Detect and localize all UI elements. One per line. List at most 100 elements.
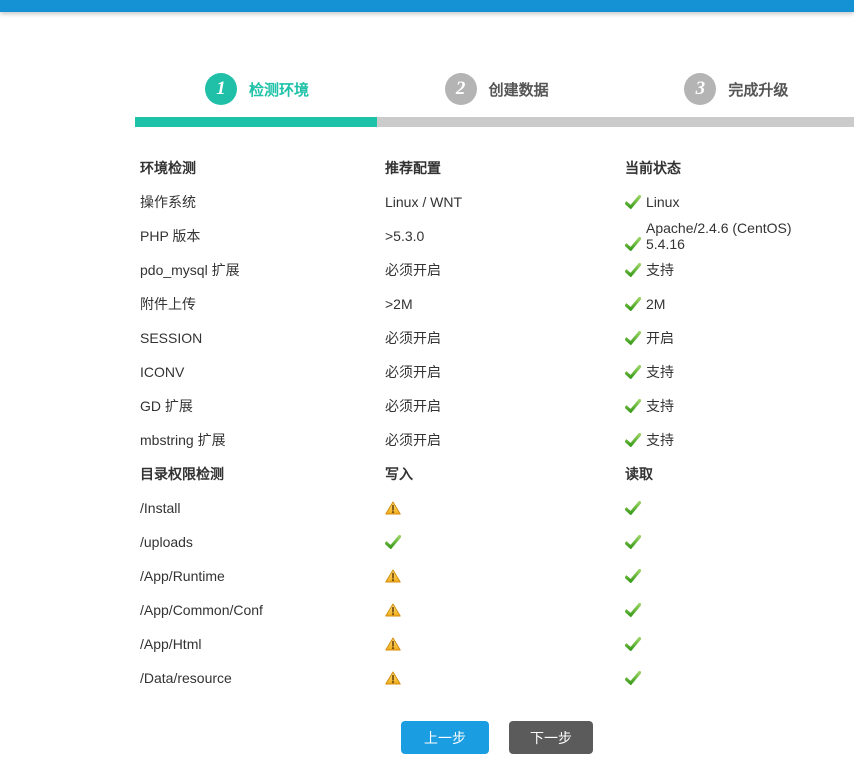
directory-path: /App/Common/Conf [140,602,385,618]
current-status: 支持 [625,362,840,382]
check-icon [625,399,641,413]
status-text: 支持 [646,396,674,416]
table-row: /App/Html [140,627,840,661]
read-permission-status [625,603,840,617]
directory-path: /App/Runtime [140,568,385,584]
status-line2: 5.4.16 [625,236,792,252]
warning-icon [385,569,401,583]
check-icon [625,501,641,515]
write-permission-status [385,637,625,651]
table-row: mbstring 扩展必须开启支持 [140,423,840,457]
table-row: /Data/resource [140,661,840,695]
status-text: 支持 [646,430,674,450]
directory-path: /Data/resource [140,670,385,686]
check-icon [625,331,641,345]
step-2-badge: 2 [445,73,477,105]
prev-step-button[interactable]: 上一步 [401,721,489,754]
directory-path: /Install [140,500,385,516]
check-icon [385,535,401,549]
step-detect-environment: 1 检测环境 [135,73,375,105]
warning-icon [385,671,401,685]
dir-header-read: 读取 [625,464,840,484]
recommended-value: 必须开启 [385,430,625,450]
current-status: 支持 [625,396,840,416]
dir-header-name: 目录权限检测 [140,464,385,484]
check-icon [625,671,641,685]
current-status: Linux [625,194,840,210]
current-status: 开启 [625,328,840,348]
next-step-button[interactable]: 下一步 [509,721,593,754]
check-icon [625,433,641,447]
status-text: 支持 [646,362,674,382]
read-permission-status [625,501,840,515]
dir-table-header: 目录权限检测写入读取 [140,457,840,491]
step-3-badge: 3 [684,73,716,105]
table-row: PHP 版本>5.3.0Apache/2.4.6 (CentOS)5.4.16 [140,219,840,253]
read-permission-status [625,637,840,651]
current-status: Apache/2.4.6 (CentOS)5.4.16 [625,220,840,252]
env-table-header: 环境检测推荐配置当前状态 [140,151,840,185]
dir-header-write: 写入 [385,464,625,484]
check-item-name: pdo_mysql 扩展 [140,260,385,280]
status-text: 开启 [646,328,674,348]
table-row: /App/Common/Conf [140,593,840,627]
wizard-steps: 1 检测环境 2 创建数据 3 完成升级 [0,73,854,127]
check-icon [625,365,641,379]
table-row: 附件上传>2M2M [140,287,840,321]
status-value: 支持 [625,396,674,416]
recommended-value: >2M [385,296,625,312]
recommended-value: 必须开启 [385,362,625,382]
progress-fill [135,117,377,127]
step-finish-upgrade: 3 完成升级 [614,73,854,105]
check-item-name: GD 扩展 [140,396,385,416]
status-value: Apache/2.4.6 (CentOS)5.4.16 [625,220,792,252]
step-1-badge: 1 [205,73,237,105]
current-status: 2M [625,296,840,312]
table-row: 操作系统Linux / WNT Linux [140,185,840,219]
step-3-label: 完成升级 [728,79,788,100]
step-3-number: 3 [696,78,706,100]
table-row: /Install [140,491,840,525]
status-text: 2M [646,296,665,312]
warning-icon [385,637,401,651]
progress-track [135,117,854,127]
current-status: 支持 [625,260,840,280]
env-header-name: 环境检测 [140,158,385,178]
read-permission-status [625,535,840,549]
check-item-name: 操作系统 [140,192,385,212]
status-value: 支持 [625,430,674,450]
check-item-name: PHP 版本 [140,226,385,246]
status-line1: Apache/2.4.6 (CentOS) [625,220,792,236]
check-icon [625,195,641,209]
table-row: pdo_mysql 扩展必须开启支持 [140,253,840,287]
table-row: /App/Runtime [140,559,840,593]
check-icon [625,237,641,251]
directory-permission-table: 目录权限检测写入读取/Install/uploads/App/Runtime/A… [140,457,840,695]
check-icon [625,637,641,651]
recommended-value: 必须开启 [385,396,625,416]
step-create-data: 2 创建数据 [375,73,615,105]
recommended-value: 必须开启 [385,328,625,348]
upgrade-wizard-page: 1 检测环境 2 创建数据 3 完成升级 环境检测推荐配置当前状态操作系统Lin… [0,0,854,778]
step-2-number: 2 [456,78,466,100]
check-icon [625,569,641,583]
recommended-value: Linux / WNT [385,194,625,210]
status-value: 2M [625,296,665,312]
read-permission-status [625,671,840,685]
check-item-name: ICONV [140,364,385,380]
step-1-label: 检测环境 [249,79,309,100]
status-value: Linux [625,194,679,210]
recommended-value: 必须开启 [385,260,625,280]
wizard-actions: 上一步 下一步 [140,721,854,754]
table-row: SESSION必须开启开启 [140,321,840,355]
write-permission-status [385,603,625,617]
read-permission-status [625,569,840,583]
write-permission-status [385,501,625,515]
directory-path: /uploads [140,534,385,550]
check-icon [625,535,641,549]
write-permission-status [385,671,625,685]
status-text: Linux [646,194,679,210]
warning-icon [385,603,401,617]
environment-check-table: 环境检测推荐配置当前状态操作系统Linux / WNT Linux PHP 版本>5… [140,151,840,457]
status-text: 5.4.16 [646,236,685,252]
